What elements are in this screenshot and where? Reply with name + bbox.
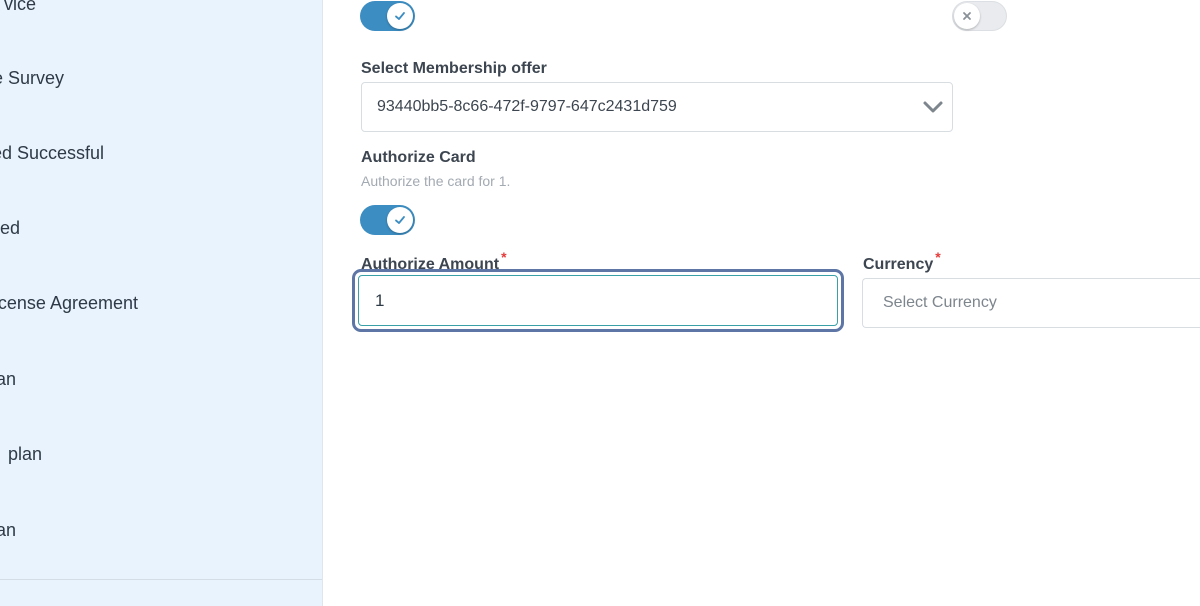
authorize-card-label: Authorize Card bbox=[361, 149, 476, 166]
x-icon bbox=[963, 12, 971, 20]
sidebar-item-label: vice bbox=[3, 0, 36, 14]
sidebar-item-label: e Survey bbox=[0, 68, 64, 88]
check-icon bbox=[395, 12, 405, 20]
required-mark: * bbox=[935, 249, 941, 265]
toggle-knob bbox=[954, 3, 980, 29]
authorize-amount-input[interactable] bbox=[358, 275, 838, 326]
check-icon bbox=[395, 216, 405, 224]
top-toggle-off[interactable] bbox=[952, 1, 1007, 31]
currency-label: Currency * bbox=[863, 249, 941, 274]
sidebar-item-label: an bbox=[0, 369, 16, 389]
authorize-amount-focus-ring bbox=[352, 269, 844, 332]
sidebar-item-label: ed Successful bbox=[0, 143, 104, 163]
membership-offer-label: Select Membership offer bbox=[361, 60, 547, 77]
required-mark: * bbox=[501, 249, 507, 265]
toggle-knob bbox=[387, 207, 413, 233]
membership-offer-value: 93440bb5-8c66-472f-9797-647c2431d759 bbox=[377, 98, 677, 115]
main-content: Select Membership offer 93440bb5-8c66-47… bbox=[323, 0, 1200, 606]
sidebar-divider bbox=[0, 579, 322, 580]
toggle-knob bbox=[387, 3, 413, 29]
sidebar: vice e Survey ed Successful ed cense Agr… bbox=[0, 0, 323, 606]
sidebar-item-label: cense Agreement bbox=[0, 293, 138, 313]
currency-label-text: Currency bbox=[863, 256, 934, 273]
sidebar-item-label: an bbox=[0, 520, 16, 540]
sidebar-item-label: ed bbox=[0, 218, 20, 238]
sidebar-item-label: plan bbox=[7, 444, 42, 464]
currency-select[interactable]: Select Currency bbox=[862, 278, 1200, 328]
authorize-card-helper: Authorize the card for 1. bbox=[361, 173, 511, 189]
chevron-down-icon bbox=[923, 101, 943, 113]
authorize-card-toggle[interactable] bbox=[360, 205, 415, 235]
currency-placeholder: Select Currency bbox=[883, 294, 997, 311]
membership-offer-select[interactable]: 93440bb5-8c66-472f-9797-647c2431d759 bbox=[361, 82, 953, 132]
top-toggle-on[interactable] bbox=[360, 1, 415, 31]
